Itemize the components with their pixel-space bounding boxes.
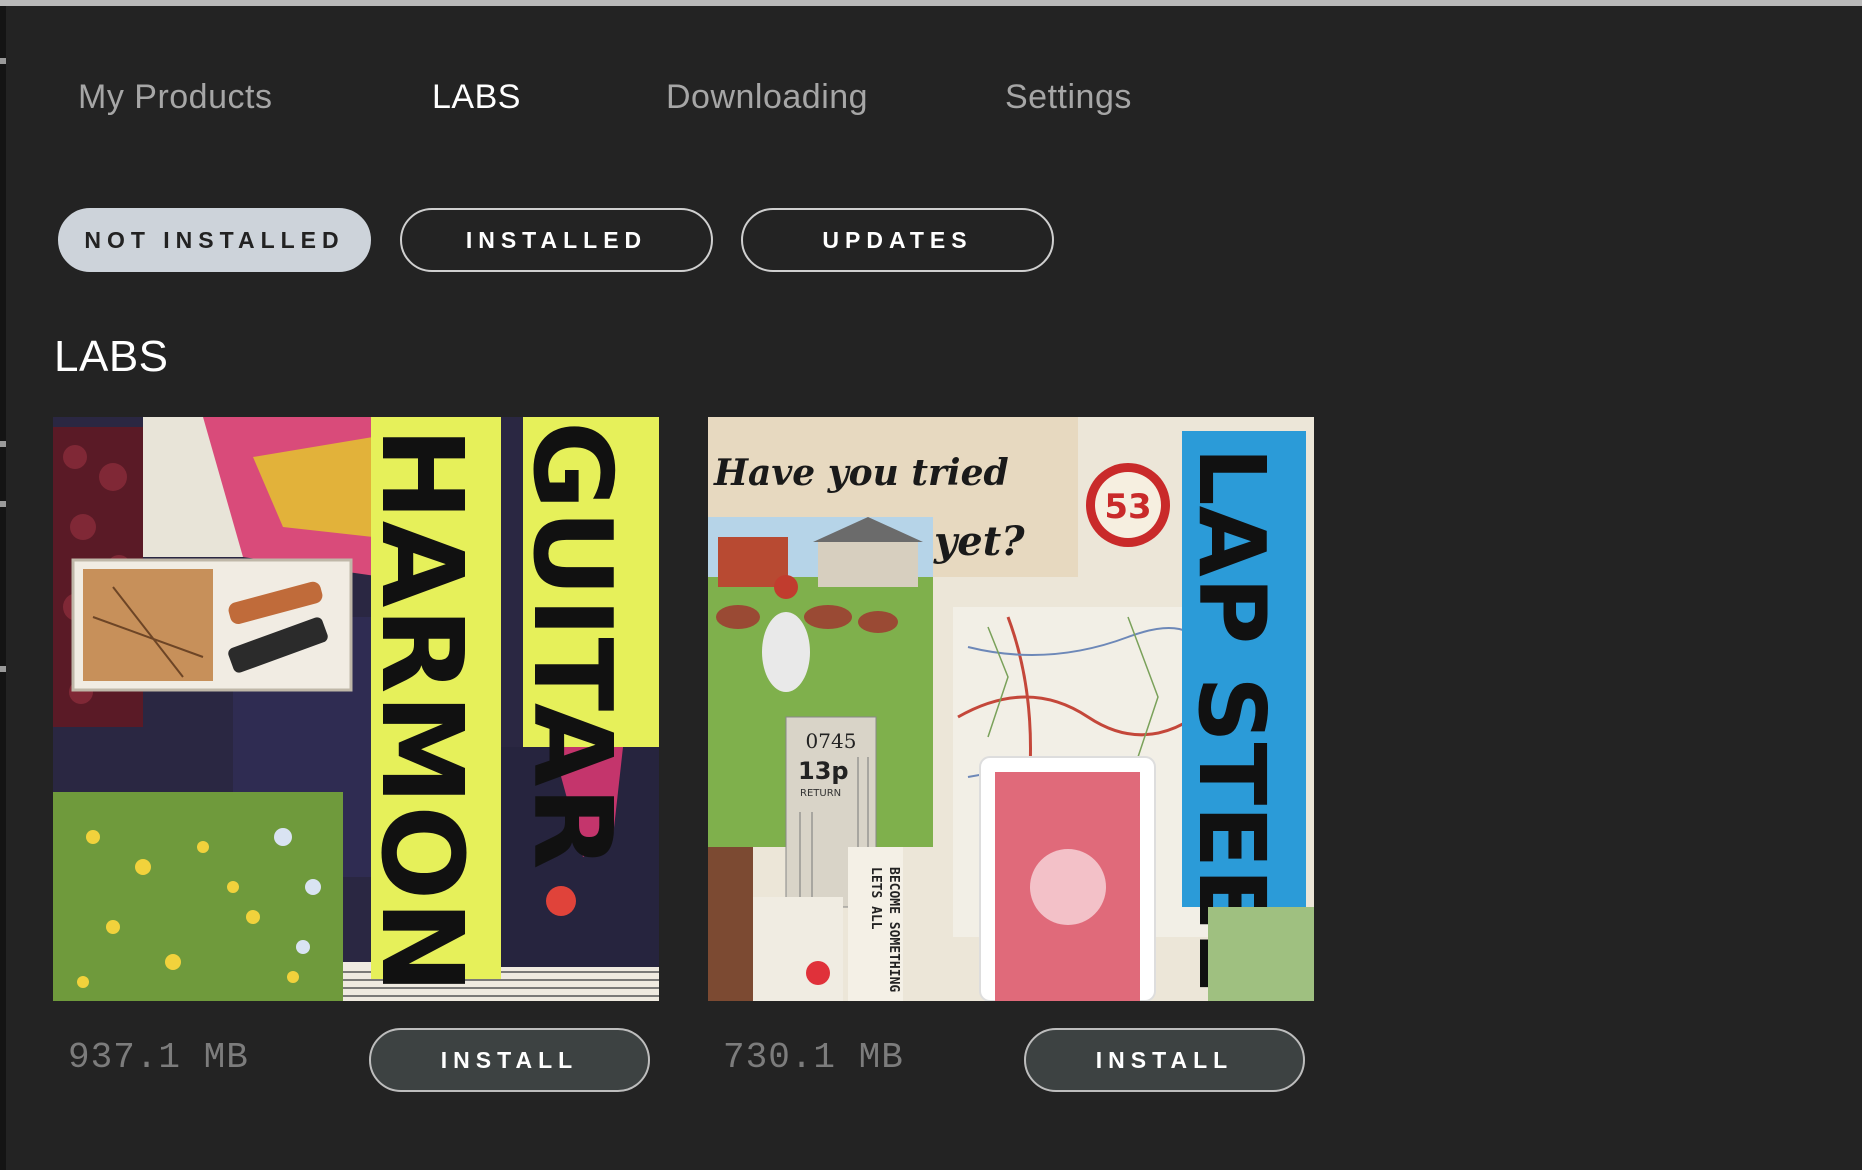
product-size: 937.1 MB xyxy=(68,1037,249,1078)
art-caption-1: LETS ALL xyxy=(868,867,883,930)
install-button[interactable]: INSTALL xyxy=(1024,1028,1305,1092)
edge-glyph xyxy=(0,441,6,447)
tab-my-products[interactable]: My Products xyxy=(78,78,272,117)
ticket-type: RETURN xyxy=(800,788,841,799)
tab-settings[interactable]: Settings xyxy=(1005,78,1132,117)
art-guitar-title: GUITAR xyxy=(509,421,634,870)
ticket-price: 13p xyxy=(798,757,849,785)
ticket-code: 0745 xyxy=(806,729,857,753)
install-button[interactable]: INSTALL xyxy=(369,1028,650,1092)
product-artwork-lap-steel[interactable]: 0745 13p RETURN LETS ALL BECOME SOMETHIN… xyxy=(708,417,1314,1001)
edge-glyph xyxy=(0,58,6,64)
art-tagline: Have you tried xyxy=(713,452,1009,494)
art-tagline-yet: yet? xyxy=(933,518,1025,565)
window-left-edge xyxy=(0,6,6,1170)
art-caption-2: BECOME SOMETHING xyxy=(886,867,901,992)
window-top-border xyxy=(0,0,1862,6)
product-size: 730.1 MB xyxy=(723,1037,904,1078)
filter-not-installed-button[interactable]: NOT INSTALLED xyxy=(58,208,371,272)
main-nav: My Products LABS Downloading Settings xyxy=(0,78,1300,126)
art-harmonics-title: HARMONICS xyxy=(356,427,486,1001)
art-badge: 53 xyxy=(1104,487,1151,527)
section-title: LABS xyxy=(54,332,169,381)
product-artwork-guitar-harmonics[interactable]: HARMONICS GUITAR xyxy=(53,417,659,1001)
filter-updates-button[interactable]: UPDATES xyxy=(741,208,1054,272)
tab-downloading[interactable]: Downloading xyxy=(666,78,868,117)
filter-installed-button[interactable]: INSTALLED xyxy=(400,208,713,272)
edge-glyph xyxy=(0,501,6,507)
edge-glyph xyxy=(0,666,6,672)
tab-labs[interactable]: LABS xyxy=(432,78,521,117)
